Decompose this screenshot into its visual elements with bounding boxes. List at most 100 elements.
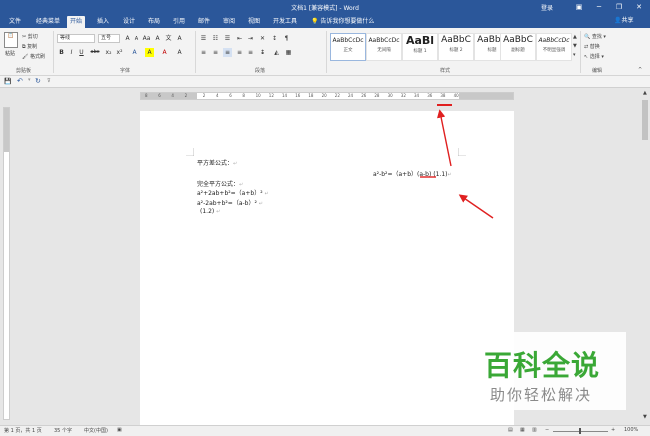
style-heading-2[interactable]: AaBbC 标题 2 [438,33,474,61]
tab-review[interactable]: 审阅 [220,16,238,28]
replace-button[interactable]: ⇄ 替换 [584,43,600,50]
scroll-down-icon[interactable]: ▼ [643,414,647,420]
borders-icon[interactable]: ▦ [284,48,293,57]
minimize-button[interactable]: ─ [594,2,604,12]
align-center-icon[interactable]: ≡ [211,48,220,57]
style-no-spacing[interactable]: AaBbCcDc 无间隔 [366,33,402,61]
zoom-level[interactable]: 100% [624,427,638,433]
select-button[interactable]: ↖ 选择 ▾ [584,53,604,60]
horizontal-ruler[interactable]: 8 6 4 2 2 4 6 8 10 12 14 16 18 20 22 24 26 28 30 32 34 36 38 40 [140,92,514,100]
vertical-scrollbar[interactable]: ▲ ▼ [640,88,650,423]
strikethrough-button[interactable]: abc [88,48,102,57]
zoom-out-icon[interactable]: − [545,427,549,433]
shrink-font-button[interactable]: A [132,35,141,44]
share-button[interactable]: 👤共享 [614,16,640,26]
paragraph-shading-icon[interactable]: ◭ [272,48,281,57]
restore-button[interactable]: ❐ [614,2,624,12]
styles-scroll-up-icon[interactable]: ▲ [573,34,577,40]
bold-button[interactable]: B [57,48,66,57]
collapse-ribbon-icon[interactable]: ^ [638,67,642,73]
multilevel-list-icon[interactable]: ☰ [223,34,232,43]
word-count[interactable]: 35 个字 [54,427,72,434]
web-layout-icon[interactable]: ▥ [532,427,537,433]
vertical-ruler[interactable] [3,107,10,420]
style-preview: AaBl [405,34,435,47]
numbering-icon[interactable]: ☷ [211,34,220,43]
styles-scroll-down-icon[interactable]: ▼ [573,43,577,49]
font-family-select[interactable]: 等线 [57,34,95,43]
font-size-select[interactable]: 五号 [98,34,120,43]
page-count[interactable]: 第 1 页，共 1 页 [4,427,42,434]
paste-label[interactable]: 粘贴 [5,50,15,57]
find-button[interactable]: 🔍 查找 ▾ [584,33,606,40]
paragraph-mark-icon: ↵ [264,191,269,197]
undo-icon[interactable]: ↶ [17,77,23,85]
decrease-indent-icon[interactable]: ⇤ [235,34,244,43]
tab-file[interactable]: 文件 [6,16,24,28]
tab-developer[interactable]: 开发工具 [270,16,300,28]
text-effects-button[interactable]: A [130,48,139,57]
style-normal[interactable]: AaBbCcDc 正文 [330,33,366,61]
cut-button[interactable]: ✂ 剪切 [22,33,38,40]
tab-references[interactable]: 引用 [170,16,188,28]
tell-me-search[interactable]: 💡 告诉我你想要做什么 [308,16,377,28]
phonetic-guide-icon[interactable]: 文 [164,34,173,43]
show-marks-icon[interactable]: ¶ [282,34,291,43]
format-painter-button[interactable]: 🖌 格式刷 [22,53,45,60]
close-button[interactable]: ✕ [634,2,644,12]
shading-icon[interactable]: A [175,48,184,57]
superscript-button[interactable]: x² [115,48,124,57]
change-case-icon[interactable]: Aa [142,34,151,43]
customize-qat-icon[interactable]: ⊽ [47,78,51,84]
redo-icon[interactable]: ↻ [35,77,41,85]
align-left-icon[interactable]: ≡ [199,48,208,57]
copy-button[interactable]: ⧉ 复制 [22,43,37,50]
chinese-layout-icon[interactable]: ✕ [258,34,267,43]
tab-view[interactable]: 视图 [245,16,263,28]
style-subtle-emphasis[interactable]: AaBbCcDc 不明显强调 [536,33,572,61]
undo-dropdown-icon[interactable]: ▾ [28,77,31,83]
font-color-button[interactable]: A [160,48,169,57]
italic-button[interactable]: I [67,48,76,57]
style-name: 标题 1 [413,49,427,54]
tab-design[interactable]: 设计 [120,16,138,28]
paste-icon[interactable]: 📋 [4,32,18,48]
justify-icon[interactable]: ≡ [235,48,244,57]
grow-font-button[interactable]: A [123,34,132,43]
ribbon-display-options-icon[interactable]: ▣ [574,2,584,12]
styles-group-label: 样式 [440,68,451,74]
highlight-button[interactable]: A [145,48,154,57]
tab-mailings[interactable]: 邮件 [195,16,213,28]
zoom-slider-thumb[interactable] [579,428,581,434]
char-border-icon[interactable]: A [175,34,184,43]
styles-more-icon[interactable]: ▾ [573,52,576,58]
tab-classic-menu[interactable]: 经典菜单 [33,16,63,28]
read-mode-icon[interactable]: ▤ [508,427,513,433]
distributed-icon[interactable]: ≡ [246,48,255,57]
tab-layout[interactable]: 布局 [145,16,163,28]
ruler-number: 12 [268,93,274,98]
tab-insert[interactable]: 插入 [94,16,112,28]
style-heading-1[interactable]: AaBl 标题 1 [402,33,438,61]
scroll-up-icon[interactable]: ▲ [643,90,647,96]
language-indicator[interactable]: 中文(中国) [84,427,108,434]
editing-group-label: 编辑 [592,68,603,74]
sort-icon[interactable]: ↕ [270,34,279,43]
document-page[interactable]: 平方差公式：↵ a²-b²=（a+b）(a-b) (1.1)↵ 完全平方公式：↵… [140,111,514,425]
bullets-icon[interactable]: ☰ [199,34,208,43]
clear-format-icon[interactable]: A [153,34,162,43]
underline-button[interactable]: U [77,48,86,57]
subscript-button[interactable]: x₂ [104,48,113,57]
crop-mark [458,148,466,156]
zoom-in-icon[interactable]: + [611,427,615,433]
tab-home[interactable]: 开始 [67,16,86,28]
style-subtitle[interactable]: AaBbC 副标题 [500,33,536,61]
macro-record-icon[interactable]: ▣ [117,427,122,433]
increase-indent-icon[interactable]: ⇥ [246,34,255,43]
login-link[interactable]: 登录 [541,3,553,12]
scroll-thumb[interactable] [642,100,648,140]
line-spacing-icon[interactable]: ↨ [258,48,267,57]
align-right-icon[interactable]: ≡ [223,48,232,57]
print-layout-icon[interactable]: ▦ [520,427,525,433]
save-icon[interactable]: 💾 [4,78,11,85]
